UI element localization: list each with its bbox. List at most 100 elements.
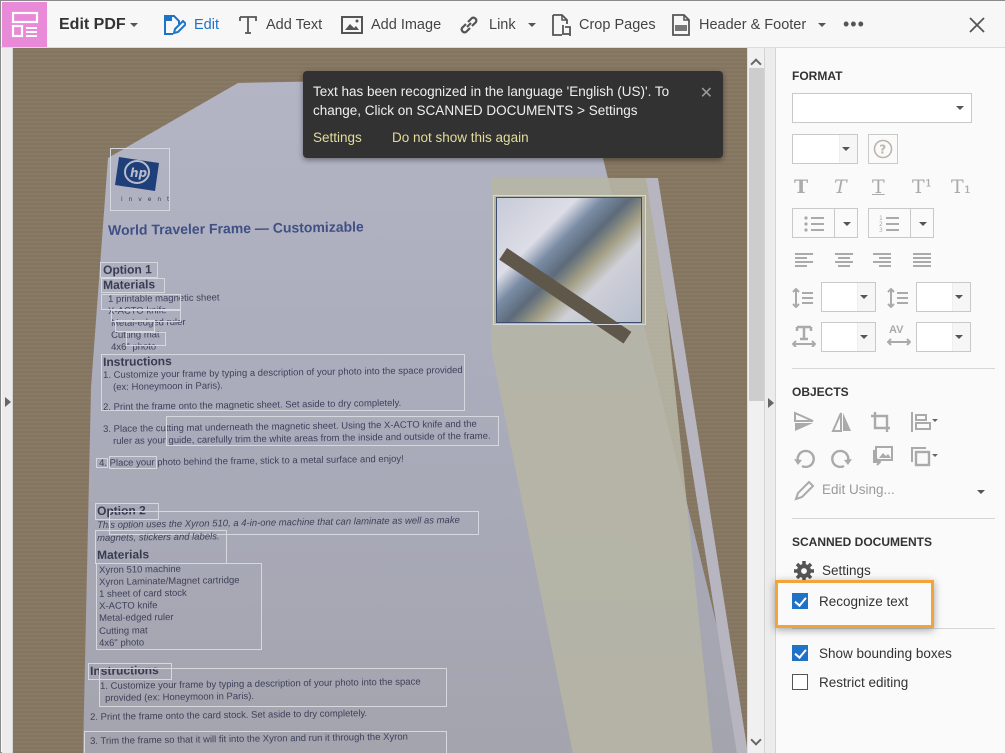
bounding-box[interactable] bbox=[96, 458, 108, 468]
link-button[interactable]: Link bbox=[457, 1, 536, 48]
chevron-down-icon bbox=[843, 222, 851, 226]
svg-text:3: 3 bbox=[879, 227, 883, 234]
restrict-editing-label[interactable]: Restrict editing bbox=[819, 675, 908, 690]
edit-pdf-tool-icon[interactable] bbox=[2, 2, 47, 47]
text-icon bbox=[239, 15, 257, 34]
edit-button[interactable]: Edit bbox=[162, 1, 219, 48]
add-text-label: Add Text bbox=[266, 16, 323, 33]
italic-icon[interactable]: T bbox=[834, 176, 847, 198]
more-tools-button[interactable]: ••• bbox=[843, 1, 865, 48]
character-spacing-icon: AV bbox=[887, 324, 913, 348]
toast-close-icon[interactable]: ✕ bbox=[700, 83, 713, 103]
scroll-down-icon[interactable] bbox=[750, 734, 762, 746]
toast-settings-link[interactable]: Settings bbox=[313, 130, 362, 145]
paragraph-spacing-icon bbox=[887, 288, 908, 308]
replace-image-icon[interactable] bbox=[870, 444, 894, 468]
bounding-box[interactable] bbox=[101, 354, 465, 411]
chevron-down-icon bbox=[860, 335, 868, 339]
bounding-box[interactable] bbox=[126, 332, 166, 346]
edit-pdf-menu[interactable]: Edit PDF bbox=[59, 1, 138, 48]
chevron-down-icon bbox=[527, 22, 536, 27]
bounding-box[interactable] bbox=[96, 563, 262, 650]
horizontal-scale-dropdown[interactable] bbox=[821, 322, 876, 352]
link-icon bbox=[460, 16, 478, 33]
crop-pages-button[interactable]: Crop Pages bbox=[551, 1, 656, 48]
bounding-box[interactable] bbox=[99, 668, 447, 707]
recognize-text-highlight bbox=[775, 580, 934, 628]
bounding-box[interactable] bbox=[101, 294, 181, 310]
right-panel-collapse-toggle[interactable] bbox=[764, 48, 776, 753]
rotate-right-icon[interactable] bbox=[831, 446, 853, 468]
crop-image-icon[interactable] bbox=[870, 411, 892, 433]
show-bounding-boxes-label[interactable]: Show bounding boxes bbox=[819, 646, 952, 661]
font-color-button[interactable]: ? bbox=[868, 134, 898, 164]
character-spacing-label: AV bbox=[889, 324, 904, 336]
rotate-left-icon[interactable] bbox=[793, 446, 815, 468]
pencil-icon bbox=[794, 480, 815, 501]
scrollbar-thumb[interactable] bbox=[749, 68, 764, 401]
bounding-box[interactable] bbox=[101, 278, 165, 293]
align-justify-icon[interactable] bbox=[912, 252, 932, 268]
chevron-down-icon bbox=[842, 147, 850, 151]
ocr-notification-toast: Text has been recognized in the language… bbox=[303, 71, 723, 158]
link-label: Link bbox=[489, 16, 516, 33]
bounding-box[interactable] bbox=[109, 456, 157, 469]
crop-pages-label: Crop Pages bbox=[579, 16, 656, 33]
bounding-box[interactable] bbox=[100, 262, 158, 278]
collapse-arrow-icon bbox=[768, 398, 774, 408]
superscript-icon[interactable]: T¹ bbox=[912, 176, 932, 198]
font-family-dropdown[interactable] bbox=[792, 93, 972, 123]
align-center-icon[interactable] bbox=[834, 252, 854, 268]
edit-using-dropdown[interactable]: Edit Using... bbox=[822, 482, 895, 497]
bounding-box[interactable] bbox=[110, 148, 170, 211]
align-left-icon[interactable] bbox=[794, 252, 814, 268]
doc-title[interactable]: World Traveler Frame — Customizable bbox=[108, 218, 364, 238]
objects-section-title: OBJECTS bbox=[792, 385, 849, 399]
bounding-box[interactable] bbox=[84, 731, 447, 753]
add-text-button[interactable]: Add Text bbox=[238, 1, 322, 48]
divider bbox=[792, 628, 995, 629]
add-image-button[interactable]: Add Image bbox=[341, 1, 441, 48]
left-panel-toggle[interactable] bbox=[2, 48, 13, 753]
bulleted-list-button[interactable] bbox=[792, 208, 858, 238]
flip-vertical-icon[interactable] bbox=[793, 411, 815, 433]
numbered-list-icon: 123 bbox=[879, 215, 899, 234]
character-spacing-dropdown[interactable] bbox=[916, 322, 971, 352]
align-right-icon[interactable] bbox=[872, 252, 892, 270]
flip-horizontal-icon[interactable] bbox=[831, 411, 853, 433]
font-size-dropdown[interactable] bbox=[792, 134, 858, 164]
subscript-icon[interactable]: T₁ bbox=[951, 176, 971, 198]
gear-icon[interactable] bbox=[793, 560, 815, 582]
bounding-box[interactable] bbox=[493, 195, 646, 325]
arrange-objects-icon[interactable] bbox=[910, 446, 940, 468]
paragraph-spacing-dropdown[interactable] bbox=[916, 282, 971, 312]
expand-arrow-icon bbox=[5, 397, 11, 407]
vertical-scrollbar[interactable] bbox=[747, 48, 764, 753]
toast-dont-show-link[interactable]: Do not show this again bbox=[392, 130, 529, 145]
bulleted-list-icon bbox=[804, 216, 824, 232]
chevron-down-icon bbox=[919, 222, 927, 226]
format-panel: FORMAT ? T T T T¹ T₁ 123 AV OBJECTS Edit… bbox=[776, 48, 1005, 753]
toolbar: Edit PDF Edit Add Text Add Image Link Cr… bbox=[1, 1, 1005, 48]
bounding-box[interactable] bbox=[115, 320, 155, 332]
line-spacing-dropdown[interactable] bbox=[821, 282, 876, 312]
bounding-box[interactable] bbox=[95, 530, 227, 564]
scanned-documents-section-title: SCANNED DOCUMENTS bbox=[792, 535, 933, 549]
bold-icon[interactable]: T bbox=[794, 176, 808, 198]
chevron-down-icon bbox=[955, 295, 963, 299]
edit-label: Edit bbox=[194, 16, 219, 33]
numbered-list-button[interactable]: 123 bbox=[868, 208, 934, 238]
header-footer-button[interactable]: Header & Footer bbox=[671, 1, 827, 48]
underline-icon[interactable]: T bbox=[872, 176, 885, 198]
scanned-settings-button[interactable]: Settings bbox=[822, 563, 871, 578]
chevron-down-icon bbox=[956, 106, 964, 110]
bounding-box[interactable] bbox=[166, 416, 499, 446]
chevron-down-icon bbox=[955, 335, 963, 339]
image-icon bbox=[341, 15, 363, 34]
show-bounding-boxes-checkbox[interactable] bbox=[792, 645, 808, 661]
chevron-down-icon[interactable] bbox=[977, 490, 985, 494]
line-spacing-icon bbox=[792, 288, 813, 308]
align-objects-icon[interactable] bbox=[910, 411, 940, 433]
restrict-editing-checkbox[interactable] bbox=[792, 674, 808, 690]
close-tool-button[interactable] bbox=[967, 1, 995, 48]
